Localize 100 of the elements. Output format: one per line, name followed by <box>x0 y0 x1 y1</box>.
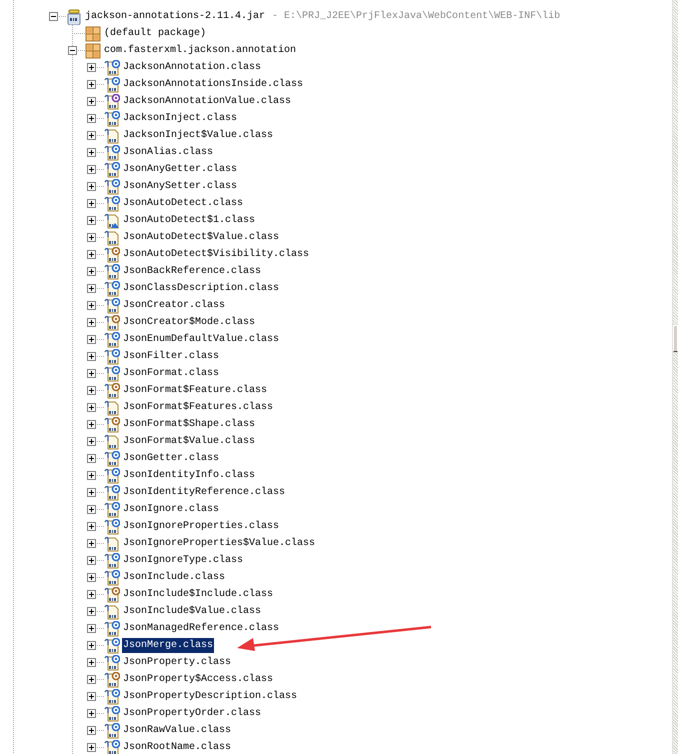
class-enum-icon <box>104 586 120 602</box>
tree-item[interactable]: JsonFormat$Features.class <box>122 400 274 415</box>
expand-icon[interactable] <box>87 250 96 259</box>
tree-item[interactable]: JsonPropertyDescription.class <box>122 689 298 704</box>
expand-icon[interactable] <box>87 743 96 752</box>
expand-icon[interactable] <box>87 488 96 497</box>
tree-item[interactable]: JsonProperty$Access.class <box>122 672 274 687</box>
class-enum-icon <box>104 416 120 432</box>
expand-icon[interactable] <box>87 556 96 565</box>
expand-icon[interactable] <box>87 114 96 123</box>
expand-icon[interactable] <box>87 131 96 140</box>
tree-item[interactable]: jackson-annotations-2.11.4.jar <box>84 9 266 24</box>
class-annotation-icon <box>104 110 120 126</box>
tree-item[interactable]: JacksonInject$Value.class <box>122 128 274 143</box>
expand-icon[interactable] <box>87 182 96 191</box>
tree-item[interactable]: JsonAutoDetect$Visibility.class <box>122 247 310 262</box>
tree-item[interactable]: JsonAlias.class <box>122 145 214 160</box>
class-enum-icon <box>104 246 120 262</box>
tree-item[interactable]: JacksonAnnotation.class <box>122 60 262 75</box>
expand-icon[interactable] <box>87 505 96 514</box>
expand-icon[interactable] <box>87 607 96 616</box>
tree-item[interactable]: JsonAnySetter.class <box>122 179 238 194</box>
expand-icon[interactable] <box>87 318 96 327</box>
tree-item[interactable]: JacksonAnnotationValue.class <box>122 94 292 109</box>
expand-icon[interactable] <box>87 624 96 633</box>
class-annotation-icon <box>104 298 120 314</box>
expand-icon[interactable] <box>87 403 96 412</box>
expand-icon[interactable] <box>87 692 96 701</box>
expand-icon[interactable] <box>87 352 96 361</box>
tree-item[interactable]: JsonFormat$Shape.class <box>122 417 256 432</box>
class-annotation-icon <box>104 638 120 654</box>
expand-icon[interactable] <box>87 539 96 548</box>
class-annotation-icon <box>104 620 120 636</box>
tree-item[interactable]: JsonIdentityReference.class <box>122 485 286 500</box>
tree-item[interactable]: JsonAutoDetect$1.class <box>122 213 256 228</box>
tree-item[interactable]: JsonCreator.class <box>122 298 226 313</box>
expand-icon[interactable] <box>87 284 96 293</box>
tree-item[interactable]: JsonManagedReference.class <box>122 621 280 636</box>
tree-item[interactable]: JsonRawValue.class <box>122 723 232 738</box>
expand-icon[interactable] <box>87 97 96 106</box>
expand-icon[interactable] <box>87 420 96 429</box>
tree-item[interactable]: JsonIgnore.class <box>122 502 220 517</box>
tree-item[interactable]: JacksonAnnotationsInside.class <box>122 77 304 92</box>
tree-item[interactable]: JacksonInject.class <box>122 111 238 126</box>
tree-item[interactable]: JsonCreator$Mode.class <box>122 315 256 330</box>
tree-item[interactable]: JsonInclude$Include.class <box>122 587 274 602</box>
tree-item[interactable]: JsonEnumDefaultValue.class <box>122 332 280 347</box>
tree-item[interactable]: JsonClassDescription.class <box>122 281 280 296</box>
tree-item[interactable]: (default package) <box>103 26 208 41</box>
collapse-icon[interactable] <box>49 12 58 21</box>
tree-item[interactable]: JsonRootName.class <box>122 740 232 754</box>
tree-item[interactable]: JsonBackReference.class <box>122 264 262 279</box>
expand-icon[interactable] <box>87 63 96 72</box>
expand-icon[interactable] <box>87 709 96 718</box>
expand-icon[interactable] <box>87 386 96 395</box>
tree-item[interactable]: JsonIgnoreProperties$Value.class <box>122 536 316 551</box>
expand-icon[interactable] <box>87 80 96 89</box>
tree-item[interactable]: JsonFormat.class <box>122 366 220 381</box>
tree-item[interactable]: JsonIgnoreProperties.class <box>122 519 280 534</box>
tree-item[interactable]: JsonFormat$Value.class <box>122 434 256 449</box>
tree-item[interactable]: JsonFilter.class <box>122 349 220 364</box>
class-annotation-icon <box>104 518 120 534</box>
expand-icon[interactable] <box>87 641 96 650</box>
tree-item[interactable]: JsonIdentityInfo.class <box>122 468 256 483</box>
tree-item[interactable]: com.fasterxml.jackson.annotation <box>103 43 298 58</box>
expand-icon[interactable] <box>87 454 96 463</box>
tree-item[interactable]: JsonProperty.class <box>122 655 232 670</box>
class-interface-icon <box>104 94 120 110</box>
collapse-icon[interactable] <box>68 46 77 55</box>
scrollbar[interactable] <box>672 0 678 754</box>
expand-icon[interactable] <box>87 301 96 310</box>
expand-icon[interactable] <box>87 658 96 667</box>
tree-item[interactable]: JsonInclude.class <box>122 570 226 585</box>
expand-icon[interactable] <box>87 216 96 225</box>
tree-item[interactable]: JsonIgnoreType.class <box>122 553 244 568</box>
tree-item[interactable]: JsonFormat$Feature.class <box>122 383 268 398</box>
expand-icon[interactable] <box>87 726 96 735</box>
tree-item[interactable]: JsonMerge.class <box>122 638 214 653</box>
expand-icon[interactable] <box>87 590 96 599</box>
expand-icon[interactable] <box>87 267 96 276</box>
expand-icon[interactable] <box>87 233 96 242</box>
expand-icon[interactable] <box>87 437 96 446</box>
expand-icon[interactable] <box>87 675 96 684</box>
expand-icon[interactable] <box>87 148 96 157</box>
scroll-thumb[interactable] <box>673 325 678 352</box>
tree-item[interactable]: JsonGetter.class <box>122 451 220 466</box>
expand-icon[interactable] <box>87 165 96 174</box>
expand-icon[interactable] <box>87 471 96 480</box>
tree-item[interactable]: JsonAnyGetter.class <box>122 162 238 177</box>
tree-item[interactable]: JsonInclude$Value.class <box>122 604 262 619</box>
tree-item[interactable]: JsonAutoDetect.class <box>122 196 244 211</box>
tree-item[interactable]: JsonPropertyOrder.class <box>122 706 262 721</box>
expand-icon[interactable] <box>87 573 96 582</box>
expand-icon[interactable] <box>87 199 96 208</box>
tree-item[interactable]: JsonAutoDetect$Value.class <box>122 230 280 245</box>
class-annotation-icon <box>104 162 120 178</box>
expand-icon[interactable] <box>87 335 96 344</box>
expand-icon[interactable] <box>87 369 96 378</box>
class-annotation-icon <box>104 722 120 738</box>
expand-icon[interactable] <box>87 522 96 531</box>
